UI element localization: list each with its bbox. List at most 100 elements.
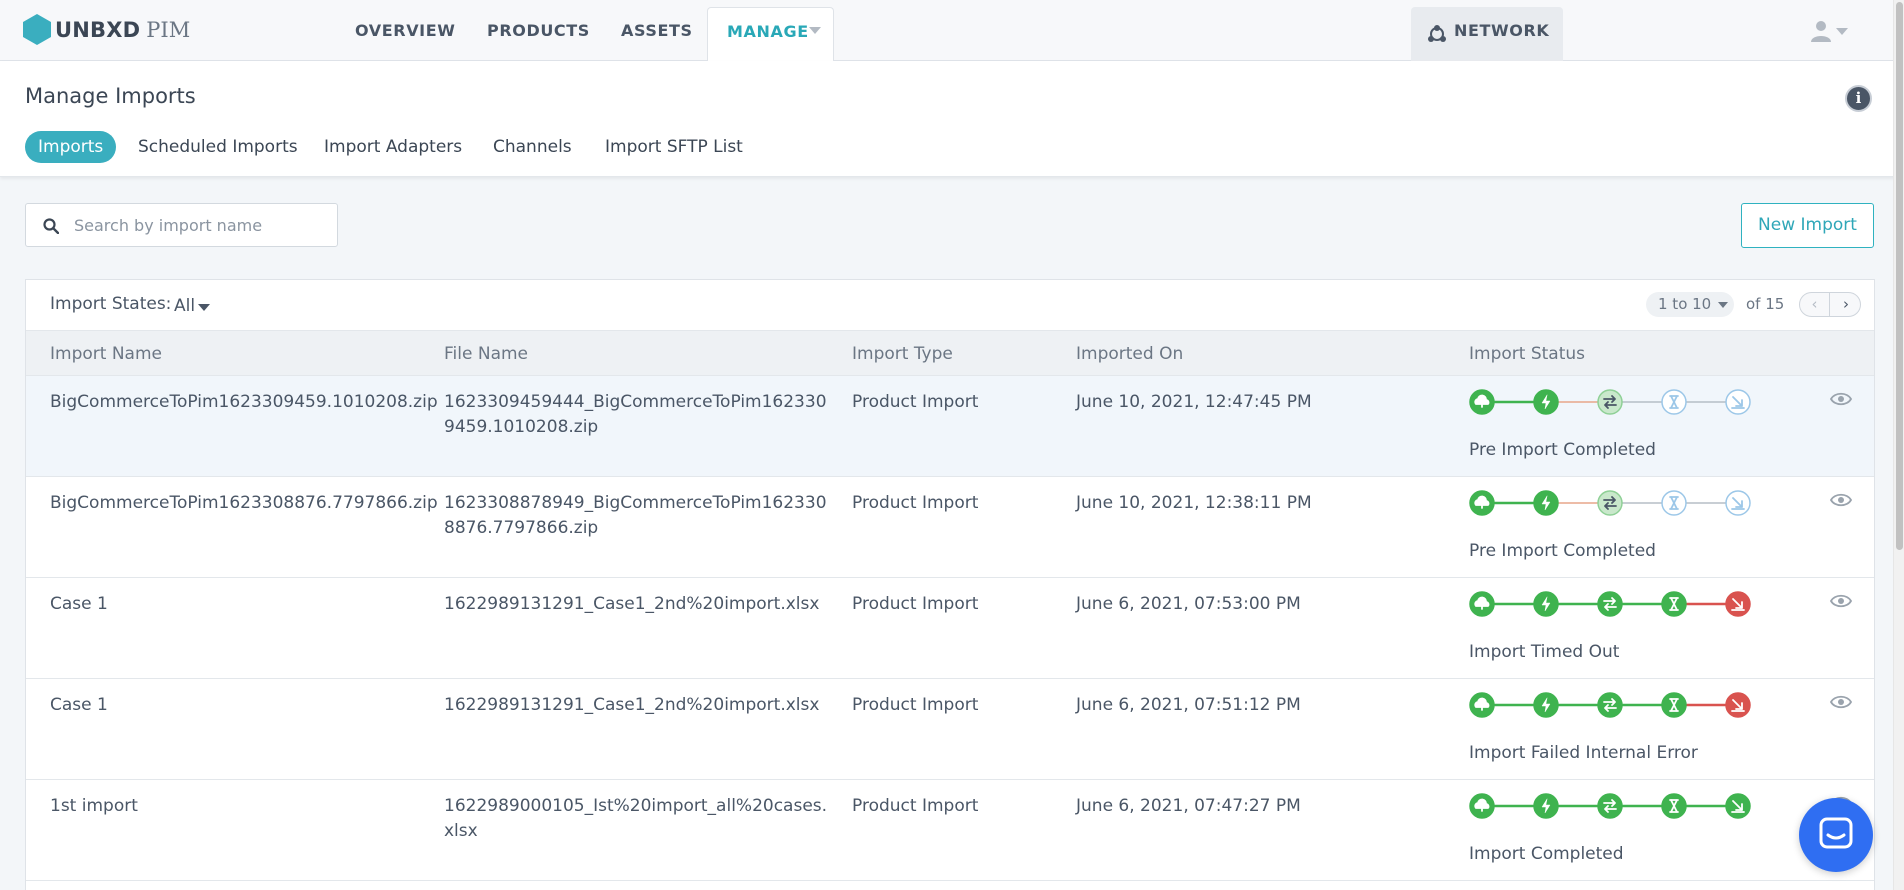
transfer-icon: [1597, 692, 1623, 718]
imported-on-cell: June 10, 2021, 12:38:11 PM: [1076, 493, 1312, 513]
import-name-cell: BigCommerceToPim1623309459.1010208.zip: [50, 392, 438, 412]
transfer-icon: [1597, 389, 1623, 415]
table-row[interactable]: BigCommerceToPim1623308876.7797866.zip 16…: [26, 477, 1874, 578]
import-type-cell: Product Import: [852, 392, 979, 412]
top-nav: UNBXD PIM OVERVIEW PRODUCTS ASSETS MANAG…: [0, 0, 1904, 62]
scrollbar-thumb[interactable]: [1896, 2, 1903, 550]
table-row[interactable]: BigCommerceToPim1623309459.1010208.zip 16…: [26, 376, 1874, 477]
imports-table-panel: Import States: All 1 to 10 of 15 ‹ › Imp…: [25, 279, 1875, 890]
file-name-cell: 1622989131291_Case1_2nd%20import.xlsx: [444, 695, 820, 715]
user-icon[interactable]: [1810, 20, 1832, 42]
hourglass-icon: [1661, 490, 1687, 516]
pagination-range-label: 1 to 10: [1658, 295, 1712, 313]
page-header: Manage Imports i Imports Scheduled Impor…: [0, 61, 1904, 177]
chevron-right-icon[interactable]: ›: [1831, 293, 1861, 316]
import-type-cell: Product Import: [852, 796, 979, 816]
chevron-down-icon[interactable]: [1836, 28, 1848, 35]
import-status-progress: [1469, 691, 1754, 719]
import-status-text: Pre Import Completed: [1469, 541, 1656, 561]
import-status-text: Import Failed Internal Error: [1469, 743, 1698, 763]
nav-products[interactable]: PRODUCTS: [487, 21, 590, 40]
import-status-text: Import Completed: [1469, 844, 1624, 864]
hourglass-icon: [1661, 793, 1687, 819]
table-row[interactable]: Case 1 1622989131291_Case1_2nd%20import.x…: [26, 578, 1874, 679]
cloud-upload-icon: [1469, 389, 1495, 415]
tab-imports[interactable]: Imports: [25, 131, 117, 163]
imported-on-cell: June 6, 2021, 07:51:12 PM: [1076, 695, 1301, 715]
nav-assets[interactable]: ASSETS: [621, 21, 693, 40]
import-icon: [1725, 490, 1751, 516]
tab-scheduled-imports[interactable]: Scheduled Imports: [138, 131, 298, 163]
lightning-icon: [1533, 490, 1559, 516]
new-import-button[interactable]: New Import: [1741, 203, 1874, 248]
file-name-cell: 1623309459444_BigCommerceToPim1623309459…: [444, 392, 827, 437]
app-logo[interactable]: UNBXD PIM: [23, 14, 190, 45]
import-icon: [1725, 389, 1751, 415]
column-header-import-name: Import Name: [50, 344, 162, 364]
view-eye-icon[interactable]: [1830, 694, 1852, 710]
import-status-progress: [1469, 792, 1754, 820]
network-label: NETWORK: [1454, 21, 1550, 40]
page-scrollbar[interactable]: [1893, 0, 1904, 890]
lightning-icon: [1533, 591, 1559, 617]
pagination-total: of 15: [1746, 295, 1785, 313]
import-name-cell: Case 1: [50, 594, 108, 614]
cloud-upload-icon: [1469, 692, 1495, 718]
view-eye-icon[interactable]: [1830, 593, 1852, 609]
chat-launcher-button[interactable]: [1799, 798, 1873, 872]
table-row[interactable]: Case 1 1622989131291_Case1_2nd%20import.x…: [26, 679, 1874, 780]
nav-manage-label: MANAGE: [727, 22, 809, 41]
cloud-upload-icon: [1469, 793, 1495, 819]
transfer-icon: [1597, 591, 1623, 617]
import-icon: [1725, 591, 1751, 617]
pagination-buttons: ‹ ›: [1799, 292, 1861, 317]
tab-import-adapters[interactable]: Import Adapters: [324, 131, 462, 163]
column-header-imported-on: Imported On: [1076, 344, 1184, 364]
tab-channels[interactable]: Channels: [493, 131, 572, 163]
file-name-cell: 1622989131291_Case1_2nd%20import.xlsx: [444, 594, 820, 614]
hourglass-icon: [1661, 692, 1687, 718]
logo-subtext: PIM: [146, 17, 191, 42]
network-icon: [1428, 25, 1446, 42]
logo-text: UNBXD: [55, 17, 141, 42]
import-states-label: Import States:: [50, 294, 172, 314]
search-box: [25, 203, 338, 247]
file-name-cell: 1623308878949_BigCommerceToPim1623308876…: [444, 493, 827, 538]
chevron-down-icon: [809, 27, 821, 34]
logo-hexagon-icon: [23, 14, 51, 45]
import-type-cell: Product Import: [852, 493, 979, 513]
imported-on-cell: June 6, 2021, 07:47:27 PM: [1076, 796, 1301, 816]
cloud-upload-icon: [1469, 490, 1495, 516]
chevron-down-icon[interactable]: [198, 304, 210, 311]
chevron-down-icon[interactable]: [1718, 302, 1728, 308]
import-type-cell: Product Import: [852, 695, 979, 715]
search-icon: [43, 218, 59, 234]
table-header: Import Name File Name Import Type Import…: [26, 330, 1874, 376]
import-states-dropdown[interactable]: All: [174, 296, 195, 316]
column-header-import-type: Import Type: [852, 344, 953, 364]
import-icon: [1725, 692, 1751, 718]
import-status-text: Import Timed Out: [1469, 642, 1620, 662]
import-icon: [1725, 793, 1751, 819]
hourglass-icon: [1661, 389, 1687, 415]
chat-icon: [1819, 817, 1853, 849]
imported-on-cell: June 6, 2021, 07:53:00 PM: [1076, 594, 1301, 614]
lightning-icon: [1533, 793, 1559, 819]
nav-manage[interactable]: MANAGE: [707, 7, 834, 62]
nav-overview[interactable]: OVERVIEW: [355, 21, 456, 40]
lightning-icon: [1533, 389, 1559, 415]
view-eye-icon[interactable]: [1830, 492, 1852, 508]
transfer-icon: [1597, 490, 1623, 516]
chevron-left-icon[interactable]: ‹: [1800, 293, 1830, 316]
view-eye-icon[interactable]: [1830, 391, 1852, 407]
tab-import-sftp-list[interactable]: Import SFTP List: [605, 131, 743, 163]
table-row[interactable]: 1st import 1622989000105_Ist%20import_all…: [26, 780, 1874, 881]
network-button[interactable]: NETWORK: [1411, 7, 1563, 61]
file-name-cell: 1622989000105_Ist%20import_all%20cases.x…: [444, 796, 828, 841]
search-input[interactable]: [74, 212, 329, 238]
import-status-progress: [1469, 388, 1754, 416]
column-header-import-status: Import Status: [1469, 344, 1585, 364]
import-status-progress: [1469, 590, 1754, 618]
import-status-text: Pre Import Completed: [1469, 440, 1656, 460]
info-icon[interactable]: i: [1845, 85, 1872, 112]
